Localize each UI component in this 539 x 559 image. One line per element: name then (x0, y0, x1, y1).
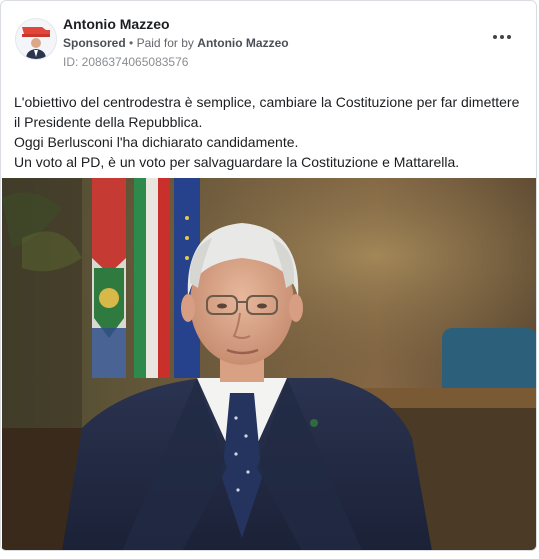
dot (493, 35, 497, 39)
meta-separator: • (129, 36, 134, 50)
paid-for-name[interactable]: Antonio Mazzeo (197, 36, 288, 50)
ad-card: Antonio Mazzeo Sponsored • Paid for by A… (0, 0, 537, 551)
sponsored-label: Sponsored (63, 36, 126, 50)
post-header: Antonio Mazzeo Sponsored • Paid for by A… (13, 13, 524, 75)
advertiser-avatar[interactable] (15, 18, 57, 60)
advertiser-name[interactable]: Antonio Mazzeo (63, 16, 170, 32)
post-text-line: il Presidente della Repubblica. (14, 114, 203, 130)
more-options-icon[interactable] (492, 31, 512, 43)
dot (500, 35, 504, 39)
sponsored-line: Sponsored • Paid for by Antonio Mazzeo (63, 36, 289, 50)
portrait-photo (2, 178, 536, 550)
post-text: L'obiettivo del centrodestra è semplice,… (14, 92, 524, 172)
ad-id: ID: 2086374065083576 (63, 55, 189, 69)
paid-for-prefix: Paid for by (136, 36, 194, 50)
post-text-line: L'obiettivo del centrodestra è semplice,… (14, 94, 520, 110)
dot (507, 35, 511, 39)
post-image[interactable] (2, 178, 536, 550)
post-text-line: Un voto al PD, è un voto per salvaguarda… (14, 154, 460, 170)
post-text-line: Oggi Berlusconi l'ha dichiarato candidam… (14, 134, 299, 150)
